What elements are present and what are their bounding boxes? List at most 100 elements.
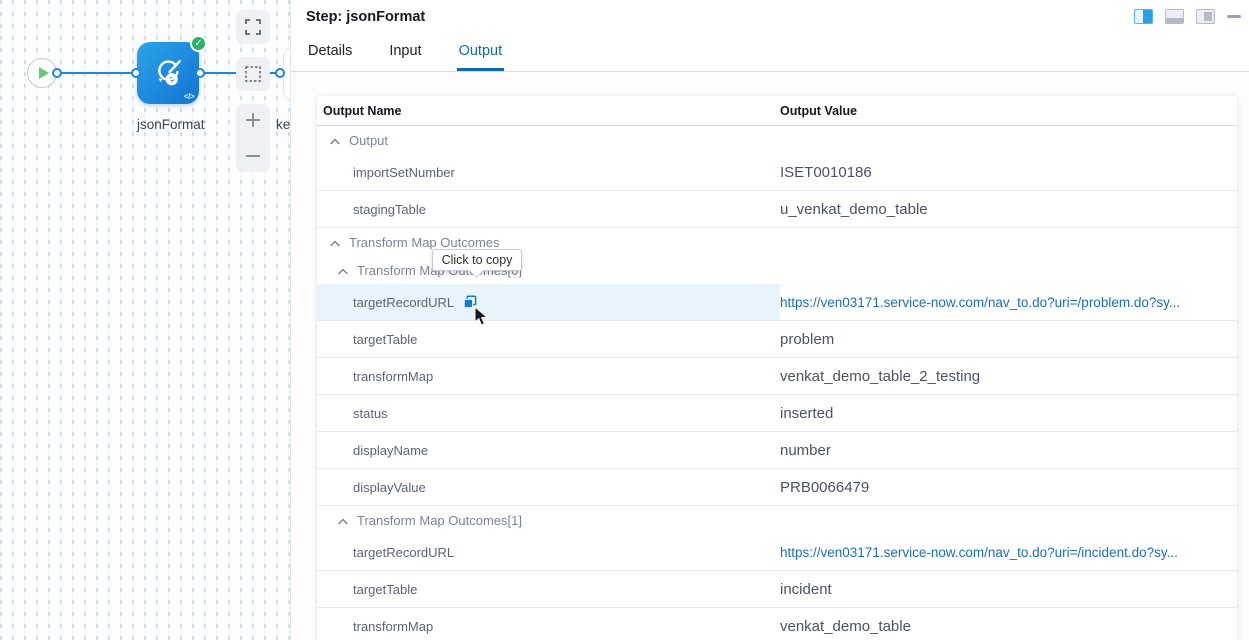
tabs-bar: Details Input Output — [291, 34, 1249, 72]
output-value: ISET0010186 — [780, 164, 872, 181]
output-value-cell: inserted — [780, 395, 1237, 431]
table-row-targetRecordURL: targetRecordURL https://ven03171.service-… — [317, 284, 1237, 321]
output-value-cell: venkat_demo_table — [780, 608, 1237, 640]
zoom-out-button[interactable] — [236, 140, 270, 172]
table-row-targetTable: targetTable incident — [317, 571, 1237, 608]
output-name-cell: transformMap — [317, 608, 780, 640]
step-node-jsonformat[interactable]: </> — [137, 42, 199, 104]
output-name-cell: stagingTable — [317, 191, 780, 227]
section-label: Transform Map Outcomes[1] — [357, 513, 522, 528]
output-value-cell: problem — [780, 321, 1237, 357]
app-window: </> ✓ jsonFormat ke — [0, 0, 1249, 640]
connector-port[interactable] — [52, 68, 62, 78]
column-header-output-value: Output Value — [780, 104, 1237, 118]
marquee-select-icon — [244, 65, 262, 83]
play-icon — [39, 67, 49, 79]
chevron-up-icon — [330, 133, 340, 148]
output-name-cell: transformMap — [317, 358, 780, 394]
connector-port[interactable] — [131, 68, 141, 78]
output-name-cell: status — [317, 395, 780, 431]
success-check-icon: ✓ — [190, 35, 207, 52]
output-value-cell: number — [780, 432, 1237, 468]
output-value-link[interactable]: https://ven03171.service-now.com/nav_to.… — [780, 545, 1178, 560]
output-value: inserted — [780, 405, 833, 422]
output-table-card: Output Name Output Value Output importSet… — [317, 96, 1237, 640]
fit-screen-button[interactable] — [236, 10, 270, 44]
flow-edge — [57, 72, 137, 74]
node-label-truncated: ke — [276, 117, 290, 132]
layout-side-panel-icon[interactable] — [1134, 9, 1153, 24]
fit-screen-icon — [245, 19, 261, 35]
marquee-select-button[interactable] — [236, 57, 270, 91]
node-label: jsonFormat — [137, 117, 199, 132]
table-row-status: status inserted — [317, 395, 1237, 432]
panel-header: Step: jsonFormat — [291, 0, 1249, 34]
tab-details[interactable]: Details — [306, 43, 354, 71]
zoom-in-button[interactable] — [236, 104, 270, 136]
layout-bottom-panel-icon[interactable] — [1165, 9, 1184, 24]
output-name: transformMap — [353, 369, 433, 384]
output-name-cell: targetRecordURL — [317, 284, 780, 320]
zoom-controls — [236, 104, 270, 172]
output-name: targetRecordURL — [353, 545, 454, 560]
output-value-cell: https://ven03171.service-now.com/nav_to.… — [780, 284, 1237, 320]
table-row-transformMap: transformMap venkat_demo_table_2_testing — [317, 358, 1237, 395]
tooltip-text: Click to copy — [442, 253, 513, 267]
output-name-cell: importSetNumber — [317, 154, 780, 190]
minimize-icon[interactable] — [1227, 15, 1241, 18]
table-row-transformMap: transformMap venkat_demo_table — [317, 608, 1237, 640]
minus-icon — [245, 148, 261, 164]
output-value: venkat_demo_table_2_testing — [780, 368, 980, 385]
table-row-displayName: displayName number — [317, 432, 1237, 469]
connector-port[interactable] — [275, 68, 285, 78]
output-value-cell: incident — [780, 571, 1237, 607]
output-value-link[interactable]: https://ven03171.service-now.com/nav_to.… — [780, 295, 1180, 310]
output-name: targetRecordURL — [353, 295, 454, 310]
tab-input[interactable]: Input — [387, 43, 423, 71]
output-name-cell: displayName — [317, 432, 780, 468]
table-row-targetRecordURL: targetRecordURL https://ven03171.service-… — [317, 534, 1237, 571]
table-row-importSetNumber: importSetNumber ISET0010186 — [317, 154, 1237, 191]
panel-title: Step: jsonFormat — [306, 9, 425, 25]
output-name: targetTable — [353, 332, 417, 347]
output-value-cell: PRB0066479 — [780, 469, 1237, 505]
table-row-displayValue: displayValue PRB0066479 — [317, 469, 1237, 506]
output-value: u_venkat_demo_table — [780, 201, 928, 218]
tab-output[interactable]: Output — [457, 43, 505, 71]
output-value-cell: https://ven03171.service-now.com/nav_to.… — [780, 534, 1237, 570]
output-value: incident — [780, 581, 832, 598]
table-row-stagingTable: stagingTable u_venkat_demo_table — [317, 191, 1237, 228]
output-name-cell: targetTable — [317, 321, 780, 357]
output-value-cell: venkat_demo_table_2_testing — [780, 358, 1237, 394]
section-toggle-11[interactable]: Transform Map Outcomes[1] — [317, 506, 1237, 534]
chevron-up-icon — [330, 235, 340, 250]
panel-layout-controls — [1134, 9, 1241, 24]
output-name: stagingTable — [353, 202, 426, 217]
table-header: Output Name Output Value — [317, 96, 1237, 126]
output-value-cell: ISET0010186 — [780, 154, 1237, 190]
connector-port[interactable] — [195, 68, 205, 78]
output-name-cell: targetTable — [317, 571, 780, 607]
output-value: venkat_demo_table — [780, 618, 911, 635]
output-name: displayValue — [353, 480, 426, 495]
chevron-up-icon — [338, 263, 348, 278]
output-value-cell: u_venkat_demo_table — [780, 191, 1237, 227]
output-name: displayName — [353, 443, 428, 458]
output-tab-content: Output Name Output Value Output importSet… — [291, 73, 1249, 640]
step-detail-panel: Step: jsonFormat Details Input Output Ou… — [291, 0, 1249, 640]
copy-tooltip: Click to copy — [432, 249, 522, 271]
output-name: importSetNumber — [353, 165, 455, 180]
table-row-targetTable: targetTable problem — [317, 321, 1237, 358]
layout-floating-panel-icon[interactable] — [1196, 9, 1215, 24]
section-label: Output — [349, 133, 388, 148]
section-label: Transform Map Outcomes — [349, 235, 500, 250]
section-toggle-0[interactable]: Output — [317, 126, 1237, 154]
chevron-up-icon — [338, 513, 348, 528]
output-name: status — [353, 406, 388, 421]
output-name: transformMap — [353, 619, 433, 634]
output-value: problem — [780, 331, 834, 348]
plus-icon — [245, 112, 261, 128]
output-value: PRB0066479 — [780, 479, 869, 496]
flow-canvas[interactable]: </> ✓ jsonFormat ke — [0, 0, 291, 640]
output-name: targetTable — [353, 582, 417, 597]
